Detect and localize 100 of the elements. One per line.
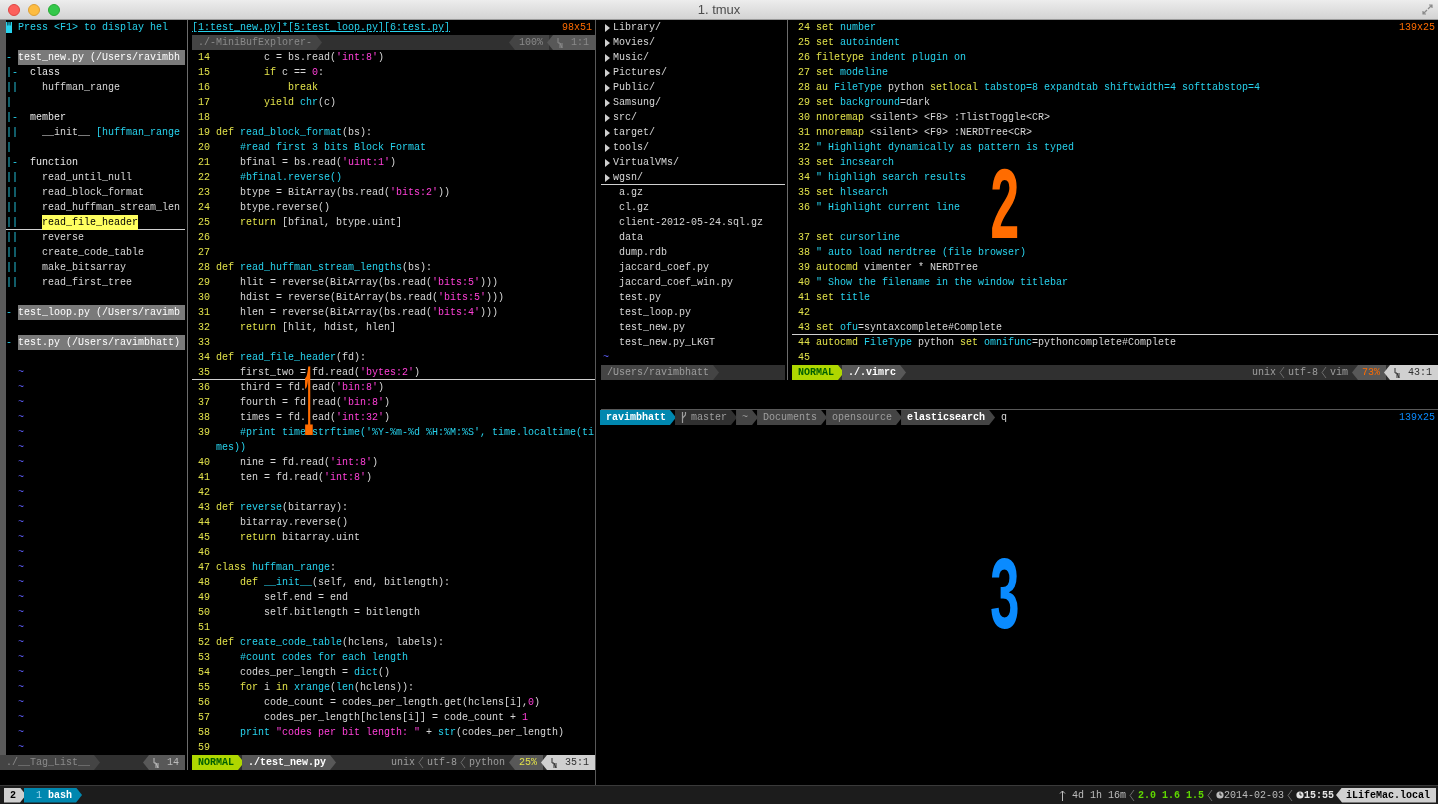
empty-line-marker: ~ xyxy=(18,516,24,530)
line-number-icon xyxy=(1394,367,1400,378)
fullscreen-icon[interactable] xyxy=(1422,4,1433,15)
fold-marker: - xyxy=(6,306,13,320)
tag-item[interactable]: reverse xyxy=(42,230,84,245)
tag-item[interactable]: read_huffman_stream_len xyxy=(42,200,181,215)
empty-line-marker: ~ xyxy=(18,681,24,695)
folder-entry[interactable]: Library/ xyxy=(613,20,661,35)
tag-item[interactable]: read_until_null xyxy=(42,170,132,185)
line-number: 58 xyxy=(197,726,210,740)
position-segment: 43:1 xyxy=(1384,365,1438,380)
folder-entry[interactable]: Movies/ xyxy=(613,35,655,50)
folder-entry[interactable]: Pictures/ xyxy=(613,65,667,80)
empty-line-marker: ~ xyxy=(18,621,24,635)
file-entry[interactable]: cl.gz xyxy=(619,200,649,215)
path-segment: Documents xyxy=(757,410,828,425)
fold-marker: |- xyxy=(6,66,18,80)
file-entry[interactable]: data xyxy=(619,230,643,245)
code-line: nnoremap <silent> <F8> :TlistToggle<CR> xyxy=(816,111,1051,125)
empty-line-marker: ~ xyxy=(18,381,24,395)
mode-segment: NORMAL xyxy=(192,755,244,770)
code-line: set title xyxy=(816,291,871,305)
pane-number: 3 xyxy=(989,559,1021,643)
line-number: 20 xyxy=(197,141,210,155)
folder-entry[interactable]: Music/ xyxy=(613,50,649,65)
tag-group: member xyxy=(30,110,66,125)
line-number: 25 xyxy=(197,216,210,230)
code-line: set cursorline xyxy=(816,231,901,245)
window-tab[interactable]: 1 bash xyxy=(24,787,83,803)
folder-entry[interactable]: target/ xyxy=(613,125,655,140)
code-line: " highligh search results xyxy=(816,171,967,185)
folder-entry[interactable]: src/ xyxy=(613,110,637,125)
file-entry[interactable]: client-2012-05-24.sql.gz xyxy=(619,215,764,230)
code-line: if c == 0: xyxy=(263,66,325,80)
file-format: unix xyxy=(1251,366,1276,380)
empty-line-marker: ~ xyxy=(18,441,24,455)
fold-marker: || xyxy=(6,216,18,230)
code-line: for i in xrange(len(hclens)): xyxy=(239,681,415,695)
empty-line-marker: ~ xyxy=(18,486,24,500)
line-number: 28 xyxy=(797,81,810,95)
file-header[interactable]: test_new.py (/Users/ravimbh xyxy=(18,50,185,65)
position-segment: 35:1 xyxy=(541,755,595,770)
tag-item[interactable]: huffman_range xyxy=(42,80,120,95)
file-entry[interactable]: a.gz xyxy=(619,185,643,200)
line-number: 48 xyxy=(197,576,210,590)
file-entry[interactable]: test_new.py_LKGT xyxy=(619,335,715,350)
code-line: btype = BitArray(bs.read('bits:2')) xyxy=(239,186,451,200)
close-button[interactable] xyxy=(8,3,20,16)
code-line: def read_block_format(bs): xyxy=(216,126,373,140)
chevron-icon xyxy=(1286,788,1293,802)
code-line: autocmd FileType python set omnifunc=pythoncomplete#Complete xyxy=(816,336,1177,350)
code-line: set background=dark xyxy=(816,96,931,110)
command-input[interactable]: q xyxy=(1001,410,1008,425)
pane-size: 139x25 xyxy=(1399,21,1435,35)
code-line: " Highlight current line xyxy=(816,201,961,215)
fold-marker: || xyxy=(6,171,18,185)
code-line: codes_per_length[hclens[i]] = code_count + 1 xyxy=(263,711,529,725)
folder-entry[interactable]: Public/ xyxy=(613,80,655,95)
fold-marker: || xyxy=(6,201,18,215)
branch-segment: master xyxy=(675,410,738,425)
empty-line-marker: ~ xyxy=(603,352,609,363)
tag-item[interactable]: __init__ xyxy=(42,125,90,140)
chevron-icon xyxy=(417,756,424,769)
file-entry[interactable]: dump.rdb xyxy=(619,245,667,260)
help-hint: Press <F1> to display hel xyxy=(18,21,169,35)
folder-entry[interactable]: Samsung/ xyxy=(613,95,661,110)
tag-item[interactable]: read_first_tree xyxy=(42,275,132,290)
tag-item[interactable]: make_bitsarray xyxy=(42,260,126,275)
file-entry[interactable]: test_loop.py xyxy=(619,305,691,320)
file-entry[interactable]: jaccard_coef.py xyxy=(619,260,709,275)
code-line: #read first 3 bits Block Format xyxy=(239,141,427,155)
line-number-icon xyxy=(557,37,563,48)
folder-entry[interactable]: VirtualVMs/ xyxy=(613,155,679,170)
buffer-tabs[interactable]: [1:test_new.py]*[5:test_loop.py][6:test.py] xyxy=(192,20,451,35)
tag-item[interactable]: read_file_header xyxy=(42,215,138,230)
line-number: 56 xyxy=(197,696,210,710)
code-line: au FileType python setlocal tabstop=8 expandtab shiftwidth=4 softtabstop=4 xyxy=(816,81,1261,95)
line-number: 30 xyxy=(797,111,810,125)
folder-entry[interactable]: tools/ xyxy=(613,140,649,155)
tag-item[interactable]: read_block_format xyxy=(42,185,145,200)
file-header[interactable]: test_loop.py (/Users/ravimb xyxy=(18,305,185,320)
file-entry[interactable]: test_new.py xyxy=(619,320,685,335)
file-entry[interactable]: jaccard_coef_win.py xyxy=(619,275,734,290)
empty-line-marker: ~ xyxy=(18,666,24,680)
code-line: set incsearch xyxy=(816,156,895,170)
line-number: 35 xyxy=(197,366,210,380)
file-entry[interactable]: test.py xyxy=(619,290,661,305)
folder-entry[interactable]: wgsn/ xyxy=(613,170,643,185)
empty-line-marker: ~ xyxy=(18,651,24,665)
line-number: 19 xyxy=(197,126,210,140)
empty-line-marker: ~ xyxy=(18,591,24,605)
code-line: " Show the filename in the window titlebar xyxy=(816,276,1069,290)
code-line: return bitarray.uint xyxy=(239,531,361,545)
empty-line-marker: ~ xyxy=(18,726,24,740)
code-line: autocmd vimenter * NERDTree xyxy=(816,261,979,275)
file-header[interactable]: test.py (/Users/ravimbhatt) xyxy=(18,335,185,350)
line-number: 46 xyxy=(197,546,210,560)
fold-marker: " xyxy=(6,21,14,35)
tag-item[interactable]: create_code_table xyxy=(42,245,145,260)
line-number: 21 xyxy=(197,156,210,170)
